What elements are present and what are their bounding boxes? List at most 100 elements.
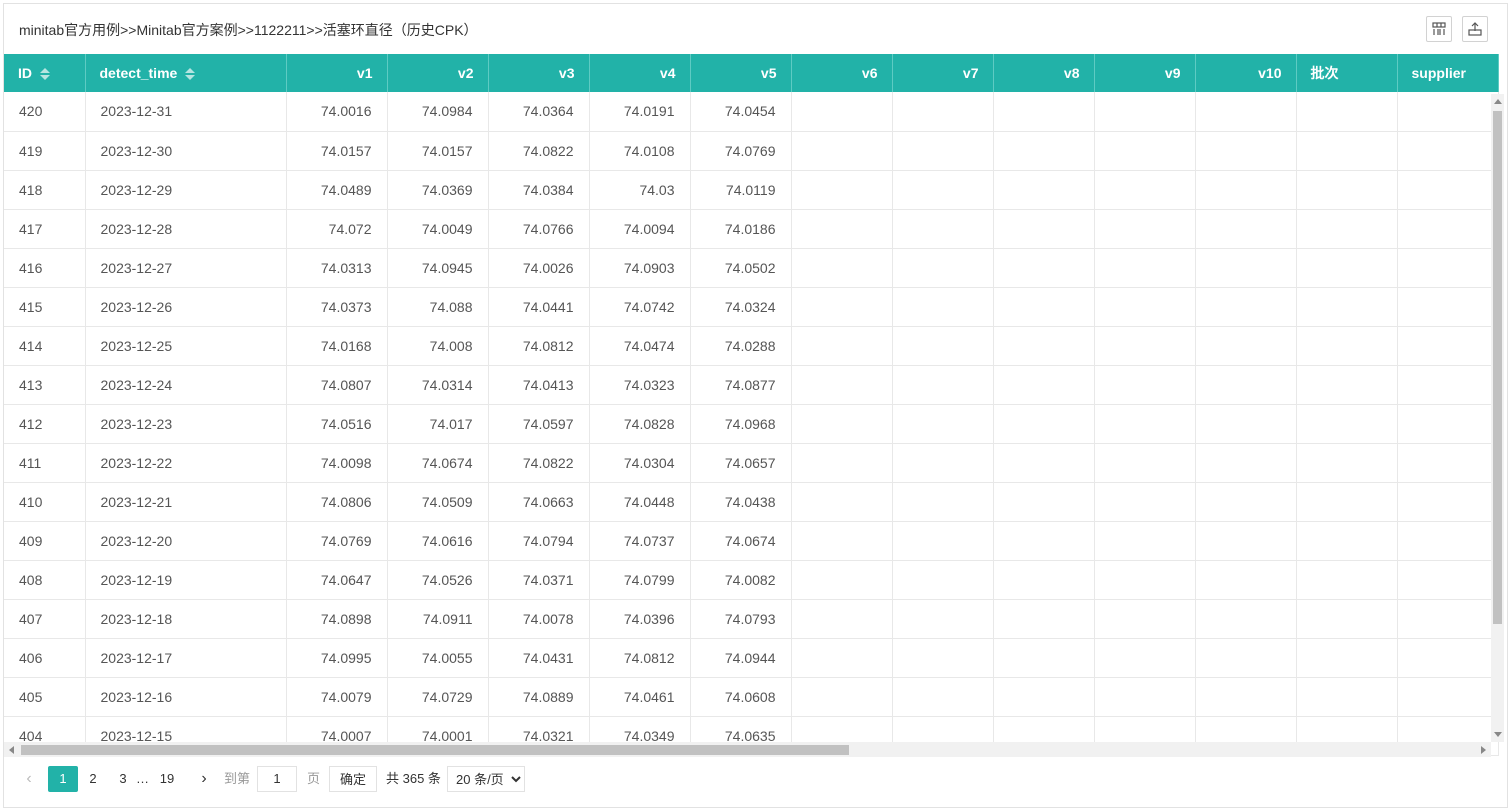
col-header-detect-time[interactable]: detect_time bbox=[85, 54, 287, 92]
table-cell bbox=[1094, 326, 1196, 366]
table-cell bbox=[1397, 131, 1499, 171]
table-cell bbox=[1296, 599, 1398, 639]
table-cell: 417 bbox=[4, 209, 86, 249]
table-cell bbox=[892, 521, 994, 561]
table-cell bbox=[1195, 599, 1297, 639]
table-row[interactable]: 408 2023-12-19 74.0647 74.0526 74.0371 74.079… bbox=[4, 560, 1499, 600]
scroll-left-icon[interactable] bbox=[9, 746, 14, 754]
vertical-scroll-thumb[interactable] bbox=[1493, 111, 1502, 624]
columns-button[interactable] bbox=[1426, 16, 1452, 42]
table-cell bbox=[1397, 92, 1499, 132]
table-cell: 405 bbox=[4, 677, 86, 717]
scroll-up-icon[interactable] bbox=[1494, 99, 1502, 104]
prev-page-icon[interactable]: ‹ bbox=[19, 766, 39, 792]
table-row[interactable]: 410 2023-12-21 74.0806 74.0509 74.0663 74.044… bbox=[4, 482, 1499, 522]
page-3-button[interactable]: 3 bbox=[108, 766, 138, 792]
table-cell: 74.0454 bbox=[690, 92, 792, 132]
table-row[interactable]: 413 2023-12-24 74.0807 74.0314 74.0413 74.032… bbox=[4, 365, 1499, 405]
table-cell: 74.0314 bbox=[387, 365, 489, 405]
page-unit-label: 页 bbox=[307, 771, 321, 786]
table-cell bbox=[1094, 482, 1196, 522]
col-header-v8: v8 bbox=[993, 54, 1095, 92]
sort-icon[interactable] bbox=[40, 67, 50, 81]
table-cell bbox=[1094, 248, 1196, 288]
table-row[interactable]: 414 2023-12-25 74.0168 74.008 74.0812 74.0474… bbox=[4, 326, 1499, 366]
scroll-down-icon[interactable] bbox=[1494, 732, 1502, 737]
table-cell: 74.0186 bbox=[690, 209, 792, 249]
table-cell: 2023-12-28 bbox=[85, 209, 287, 249]
table-row[interactable]: 420 2023-12-31 74.0016 74.0984 74.0364 74.019… bbox=[4, 92, 1499, 132]
table-cell bbox=[892, 599, 994, 639]
table-cell: 74.0995 bbox=[286, 638, 388, 678]
title-bar: minitab官方用例>>Minitab官方案例>>1122211>>活塞环直径… bbox=[4, 4, 1507, 54]
vertical-scrollbar[interactable] bbox=[1491, 94, 1504, 742]
table-cell bbox=[791, 287, 893, 327]
table-cell bbox=[1195, 443, 1297, 483]
col-header-supplier: supplier bbox=[1397, 54, 1499, 92]
table-row[interactable]: 405 2023-12-16 74.0079 74.0729 74.0889 74.046… bbox=[4, 677, 1499, 717]
table-cell: 74.0799 bbox=[589, 560, 691, 600]
table-cell bbox=[1094, 638, 1196, 678]
table-cell bbox=[1296, 443, 1398, 483]
table-cell bbox=[1195, 326, 1297, 366]
table-cell bbox=[1296, 326, 1398, 366]
table-cell: 74.0769 bbox=[286, 521, 388, 561]
table-cell: 74.0304 bbox=[589, 443, 691, 483]
table-cell: 74.0737 bbox=[589, 521, 691, 561]
table-row[interactable]: 406 2023-12-17 74.0995 74.0055 74.0431 74.081… bbox=[4, 638, 1499, 678]
table-cell bbox=[1094, 521, 1196, 561]
table-cell bbox=[993, 209, 1095, 249]
page-19-button[interactable]: 19 bbox=[152, 766, 182, 792]
page-2-button[interactable]: 2 bbox=[78, 766, 108, 792]
horizontal-scrollbar[interactable] bbox=[4, 742, 1491, 757]
table-cell: 74.0016 bbox=[286, 92, 388, 132]
page-1-button[interactable]: 1 bbox=[48, 766, 78, 792]
table-cell: 2023-12-25 bbox=[85, 326, 287, 366]
next-page-icon[interactable]: › bbox=[194, 766, 214, 792]
table-cell bbox=[791, 131, 893, 171]
table-cell: 74.0431 bbox=[488, 638, 590, 678]
table-cell: 74.0663 bbox=[488, 482, 590, 522]
goto-confirm-button[interactable]: 确定 bbox=[329, 766, 378, 792]
table-row[interactable]: 419 2023-12-30 74.0157 74.0157 74.0822 74.010… bbox=[4, 131, 1499, 171]
page-size-select[interactable]: 20 条/页 bbox=[447, 766, 525, 792]
table-cell: 74.03 bbox=[589, 170, 691, 210]
table-cell: 74.0489 bbox=[286, 170, 388, 210]
table-cell: 74.0168 bbox=[286, 326, 388, 366]
col-header-v2: v2 bbox=[387, 54, 489, 92]
table-cell: 419 bbox=[4, 131, 86, 171]
scroll-right-icon[interactable] bbox=[1481, 746, 1486, 754]
table-cell bbox=[892, 326, 994, 366]
table-cell bbox=[892, 443, 994, 483]
table-cell bbox=[892, 209, 994, 249]
table-cell bbox=[791, 365, 893, 405]
table-row[interactable]: 417 2023-12-28 74.072 74.0049 74.0766 74.0094… bbox=[4, 209, 1499, 249]
table-cell: 2023-12-21 bbox=[85, 482, 287, 522]
table-row[interactable]: 415 2023-12-26 74.0373 74.088 74.0441 74.0742… bbox=[4, 287, 1499, 327]
table-cell bbox=[892, 248, 994, 288]
table-row[interactable]: 416 2023-12-27 74.0313 74.0945 74.0026 74.090… bbox=[4, 248, 1499, 288]
table-cell: 2023-12-19 bbox=[85, 560, 287, 600]
table-cell: 74.0516 bbox=[286, 404, 388, 444]
table-row[interactable]: 412 2023-12-23 74.0516 74.017 74.0597 74.0828… bbox=[4, 404, 1499, 444]
table-row[interactable]: 418 2023-12-29 74.0489 74.0369 74.0384 74.03 7… bbox=[4, 170, 1499, 210]
table-cell bbox=[1195, 521, 1297, 561]
col-header-id[interactable]: ID bbox=[4, 54, 86, 92]
table-cell bbox=[892, 365, 994, 405]
page-ellipsis: … bbox=[136, 771, 149, 786]
table-cell bbox=[892, 287, 994, 327]
table-cell bbox=[1296, 287, 1398, 327]
table-row[interactable]: 409 2023-12-20 74.0769 74.0616 74.0794 74.073… bbox=[4, 521, 1499, 561]
table-cell: 74.0098 bbox=[286, 443, 388, 483]
table-cell bbox=[1296, 638, 1398, 678]
table-cell: 74.0396 bbox=[589, 599, 691, 639]
goto-page-input[interactable] bbox=[257, 766, 297, 792]
sort-icon[interactable] bbox=[185, 67, 196, 81]
table-row[interactable]: 411 2023-12-22 74.0098 74.0674 74.0822 74.030… bbox=[4, 443, 1499, 483]
horizontal-scroll-thumb[interactable] bbox=[21, 745, 849, 755]
export-button[interactable] bbox=[1462, 16, 1488, 42]
table-cell bbox=[1397, 521, 1499, 561]
table-row[interactable]: 407 2023-12-18 74.0898 74.0911 74.0078 74.039… bbox=[4, 599, 1499, 639]
table-cell bbox=[791, 677, 893, 717]
table-cell: 74.0323 bbox=[589, 365, 691, 405]
